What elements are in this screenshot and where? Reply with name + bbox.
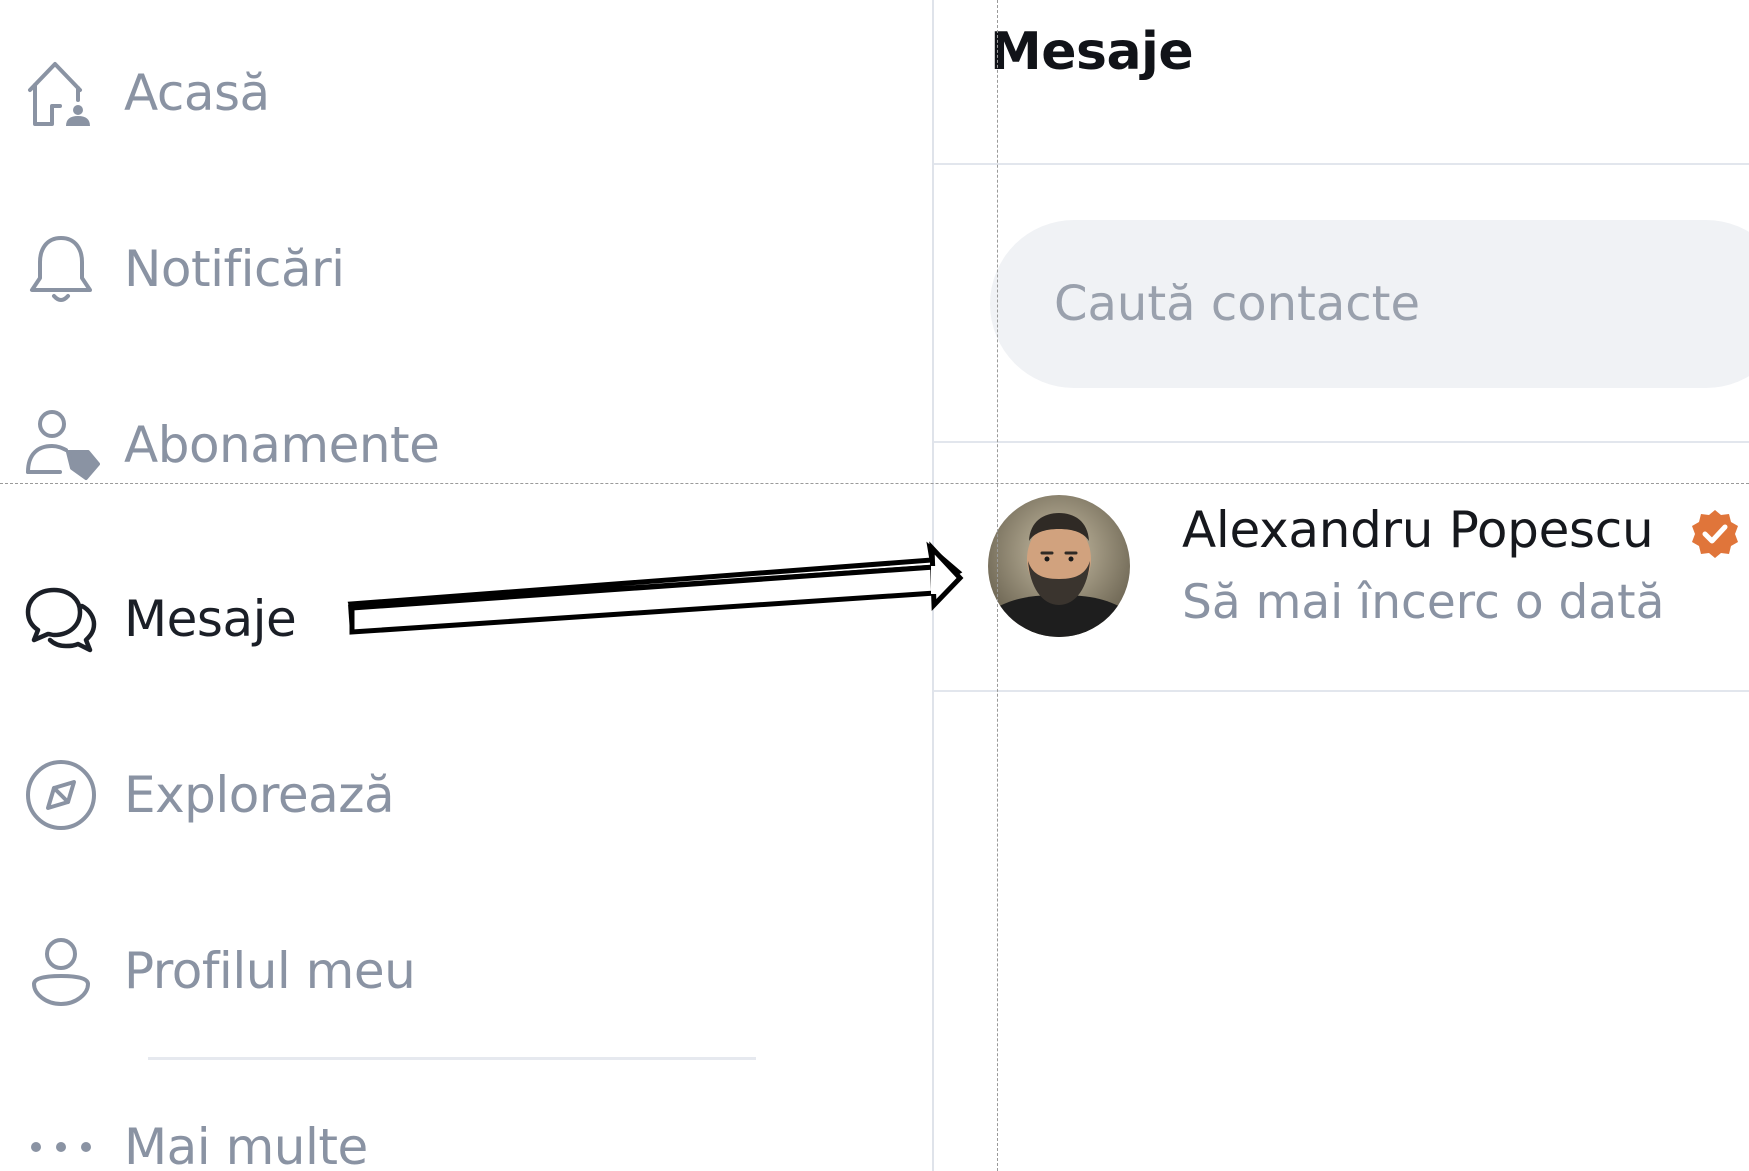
conversation-item[interactable]: Alexandru Popescu Să mai încerc o dată bbox=[934, 443, 1749, 690]
avatar bbox=[988, 495, 1130, 637]
compass-icon bbox=[22, 756, 100, 834]
sidebar-item-label: Abonamente bbox=[124, 416, 440, 474]
page: Acasă Notificări Abonamente Mesaje Explo… bbox=[0, 0, 1749, 1171]
sidebar-item-more[interactable]: Mai multe bbox=[22, 1102, 368, 1171]
user-tag-icon bbox=[22, 406, 100, 484]
home-user-icon bbox=[22, 54, 100, 132]
message-preview: Să mai încerc o dată bbox=[1182, 575, 1665, 630]
sidebar-item-home[interactable]: Acasă bbox=[22, 48, 270, 138]
search-box bbox=[990, 220, 1749, 388]
sidebar-item-notifications[interactable]: Notificări bbox=[22, 224, 345, 314]
sidebar-item-messages[interactable]: Mesaje bbox=[22, 574, 297, 664]
search-input[interactable] bbox=[990, 220, 1749, 388]
messages-panel: Mesaje Caută contacte Alexandru Popescu … bbox=[934, 0, 1749, 1171]
sidebar-item-label: Acasă bbox=[124, 64, 270, 122]
sidebar-item-explore[interactable]: Explorează bbox=[22, 750, 395, 840]
conversation-divider bbox=[934, 690, 1749, 692]
bell-icon bbox=[22, 230, 100, 308]
sidebar-item-label: Explorează bbox=[124, 766, 395, 824]
chat-bubbles-icon bbox=[22, 580, 100, 658]
sidebar-item-label: Notificări bbox=[124, 240, 345, 298]
sidebar-divider bbox=[148, 1057, 756, 1060]
page-title: Mesaje bbox=[990, 22, 1194, 82]
sidebar-item-label: Profilul meu bbox=[124, 942, 416, 1000]
header-divider bbox=[934, 163, 1749, 165]
sidebar-item-subscriptions[interactable]: Abonamente bbox=[22, 400, 440, 490]
sidebar-item-label: Mesaje bbox=[124, 590, 297, 648]
user-icon bbox=[22, 932, 100, 1010]
verified-badge-icon bbox=[1688, 507, 1742, 561]
sidebar: Acasă Notificări Abonamente Mesaje Explo… bbox=[0, 0, 934, 1171]
sidebar-item-profile[interactable]: Profilul meu bbox=[22, 926, 416, 1016]
contact-name: Alexandru Popescu bbox=[1182, 501, 1654, 559]
more-dots-icon bbox=[22, 1108, 100, 1171]
sidebar-item-label: Mai multe bbox=[124, 1118, 368, 1171]
